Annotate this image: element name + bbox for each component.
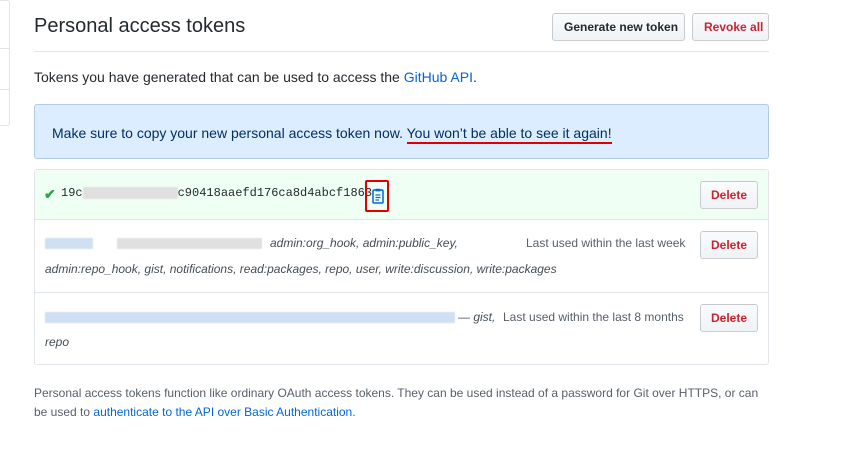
check-icon: ✔ (44, 186, 56, 202)
revoke-all-button[interactable]: Revoke all (692, 13, 769, 41)
copy-annotation-box (365, 180, 389, 212)
redacted-token-name (45, 312, 455, 323)
token-list: ✔ 19c c90418aaefd176ca8d4abcf1863 Delete … (34, 169, 769, 365)
token-row: — gist, Last used within the last 8 mont… (35, 293, 768, 364)
token-suffix: c90418aaefd176ca8d4abcf1863 (177, 186, 373, 200)
help-note-suffix: . (352, 405, 356, 419)
token-scopes: repo (45, 335, 70, 349)
redacted-token-segment (82, 186, 178, 199)
github-api-link[interactable]: GitHub API (404, 69, 473, 85)
intro-text-suffix: . (472, 69, 477, 85)
sidebar-divider (0, 89, 9, 90)
clipboard-icon[interactable] (370, 188, 386, 204)
token-scopes: — gist, (458, 310, 496, 324)
notice-message: Make sure to copy your new personal acce… (52, 125, 407, 141)
token-scopes: admin:org_hook, admin:public_key, (270, 236, 458, 250)
token-prefix: 19c (61, 186, 83, 200)
generate-new-token-button[interactable]: Generate new token (552, 13, 685, 41)
sidebar-divider (0, 48, 9, 49)
new-token-row: ✔ 19c c90418aaefd176ca8d4abcf1863 Delete (35, 170, 768, 220)
token-last-used: Last used within the last 8 months (503, 310, 684, 324)
token-last-used: Last used within the last week (526, 236, 686, 250)
intro-text: Tokens you have generated that can be us… (34, 69, 477, 85)
redacted-token-name (45, 238, 93, 249)
copy-token-notice: Make sure to copy your new personal acce… (34, 104, 769, 159)
page-title: Personal access tokens (34, 15, 246, 37)
delete-token-button[interactable]: Delete (700, 231, 758, 259)
intro-text-body: Tokens you have generated that can be us… (34, 69, 404, 85)
redacted-token-name (117, 238, 262, 249)
token-row: admin:org_hook, admin:public_key, Last u… (35, 220, 768, 293)
delete-token-button[interactable]: Delete (700, 181, 758, 209)
settings-sidebar-edge (0, 0, 10, 126)
notice-warning: You won’t be able to see it again! (406, 125, 612, 144)
delete-token-button[interactable]: Delete (700, 304, 758, 332)
token-value: 19c c90418aaefd176ca8d4abcf1863 (61, 186, 372, 200)
page-header: Personal access tokens Generate new toke… (34, 0, 769, 52)
basic-auth-link[interactable]: authenticate to the API over Basic Authe… (93, 405, 352, 419)
token-scopes: admin:repo_hook, gist, notifications, re… (45, 262, 557, 276)
notice-text: Make sure to copy your new personal acce… (52, 125, 612, 144)
token-help-note: Personal access tokens function like ord… (34, 384, 769, 422)
